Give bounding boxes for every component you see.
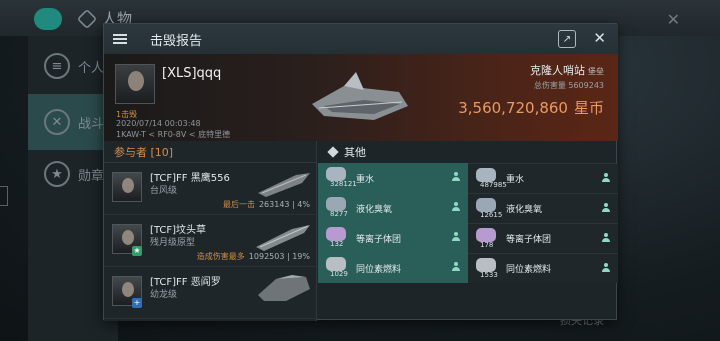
list-icon: ≡ [44,53,70,79]
participant-row[interactable]: ★ [TCF]坟头草 残月级原型 造成伤害最多 1092503 | 19% [104,215,316,267]
pilot-icon [602,263,610,273]
fleet-badge: + [132,298,142,308]
pilot-icon [452,262,460,272]
item-destroyed[interactable]: 178 等离子体团 [468,223,618,253]
item-dropped[interactable]: 132 等离子体团 [318,223,468,253]
item-destroyed[interactable]: 12615 液化臭氧 [468,193,618,223]
item-dropped[interactable]: 328121 重水 [318,163,468,193]
side-tab[interactable] [0,186,8,206]
cargo-icon [327,146,339,158]
ozone-icon: 8277 [324,197,348,219]
pilot-icon [602,203,610,213]
share-icon[interactable]: ↗ [558,30,576,48]
sidebar-item-combat[interactable]: ✕ 战斗 [28,94,104,150]
participants-panel: 参与者 [10] [TCF]FF 黑鹰556 台风级 最后一击 263143 | … [104,141,317,321]
plasma-icon: 132 [324,227,348,249]
star-icon: ★ [44,161,70,187]
sidebar-item-medals[interactable]: ★ 勋章 [28,146,104,202]
victim-summary: 克隆人哨站 堡垒 总伤害量 5609243 3,560,720,860 星币 [458,62,604,118]
participant-stats: 造成伤害最多 1092503 | 19% [196,252,310,261]
top-damage-badge: ★ [132,246,142,256]
participant-stats: 最后一击 263143 | 4% [222,200,310,209]
ship-image [258,275,310,301]
item-destroyed[interactable]: 1533 同位素燃料 [468,253,618,283]
structure-type: 堡垒 [588,67,604,76]
isotope-fuel-icon: 1029 [324,257,348,279]
pilot-icon [452,202,460,212]
dialog-title: 击毁报告 [150,33,203,49]
pilot-icon [602,233,610,243]
victim-panel: [XLS]qqq 1击毁 2020/07/14 00:03:48 1KAW-T … [104,54,618,141]
victim-location[interactable]: 1KAW-T < RF0-8V < 底特里德 [116,129,230,140]
avatar [112,172,142,202]
close-icon[interactable]: ✕ [593,29,606,47]
killmail-dialog: 击毁报告 ↗ ✕ [XLS]qqq 1击毁 2020/07/14 00:03:4… [103,23,618,321]
victim-time: 2020/07/14 00:03:48 [116,119,201,128]
item-destroyed[interactable]: 487985 重水 [468,163,618,193]
character-icon [76,8,98,29]
plasma-icon: 178 [474,227,498,250]
victim-avatar[interactable] [115,64,155,104]
participant-row[interactable]: [TCF]FF 黑鹰556 台风级 最后一击 263143 | 4% [104,163,316,215]
ship-image [258,173,310,197]
menu-icon[interactable] [104,24,136,54]
close-icon[interactable]: ✕ [667,10,680,29]
isk-currency: 星币 [573,99,604,117]
total-damage: 总伤害量 5609243 [533,81,604,90]
item-dropped[interactable]: 8277 液化臭氧 [318,193,468,223]
structure-image[interactable] [304,66,414,126]
sidebar-item-personal[interactable]: ≡ 个人 [28,38,104,94]
structure-name[interactable]: 克隆人哨站 [530,64,585,77]
items-panel: 其他 328121 重水 8277 液化臭氧 132 等离子体团 1029 同位… [318,141,618,321]
isk-value: 3,560,720,860 [458,99,568,117]
heavy-water-icon: 487985 [474,167,507,190]
participants-header: 参与者 [10] [104,141,316,163]
pilot-icon [602,173,610,183]
item-dropped[interactable]: 1029 同位素燃料 [318,253,468,283]
victim-name[interactable]: [XLS]qqq [162,66,221,81]
main-menu-button[interactable] [34,8,62,30]
items-header: 其他 [318,141,618,163]
dialog-header: 击毁报告 ↗ ✕ [104,24,618,54]
pilot-icon [452,172,460,182]
pilot-icon [452,232,460,242]
heavy-water-icon: 328121 [324,167,357,189]
isotope-fuel-icon: 1533 [474,257,498,280]
participant-row[interactable]: + [TCF]FF 恶阎罗 幼龙级 [104,267,316,319]
ozone-icon: 12615 [474,197,502,220]
crossed-swords-icon: ✕ [44,109,70,135]
ship-image [256,225,310,251]
